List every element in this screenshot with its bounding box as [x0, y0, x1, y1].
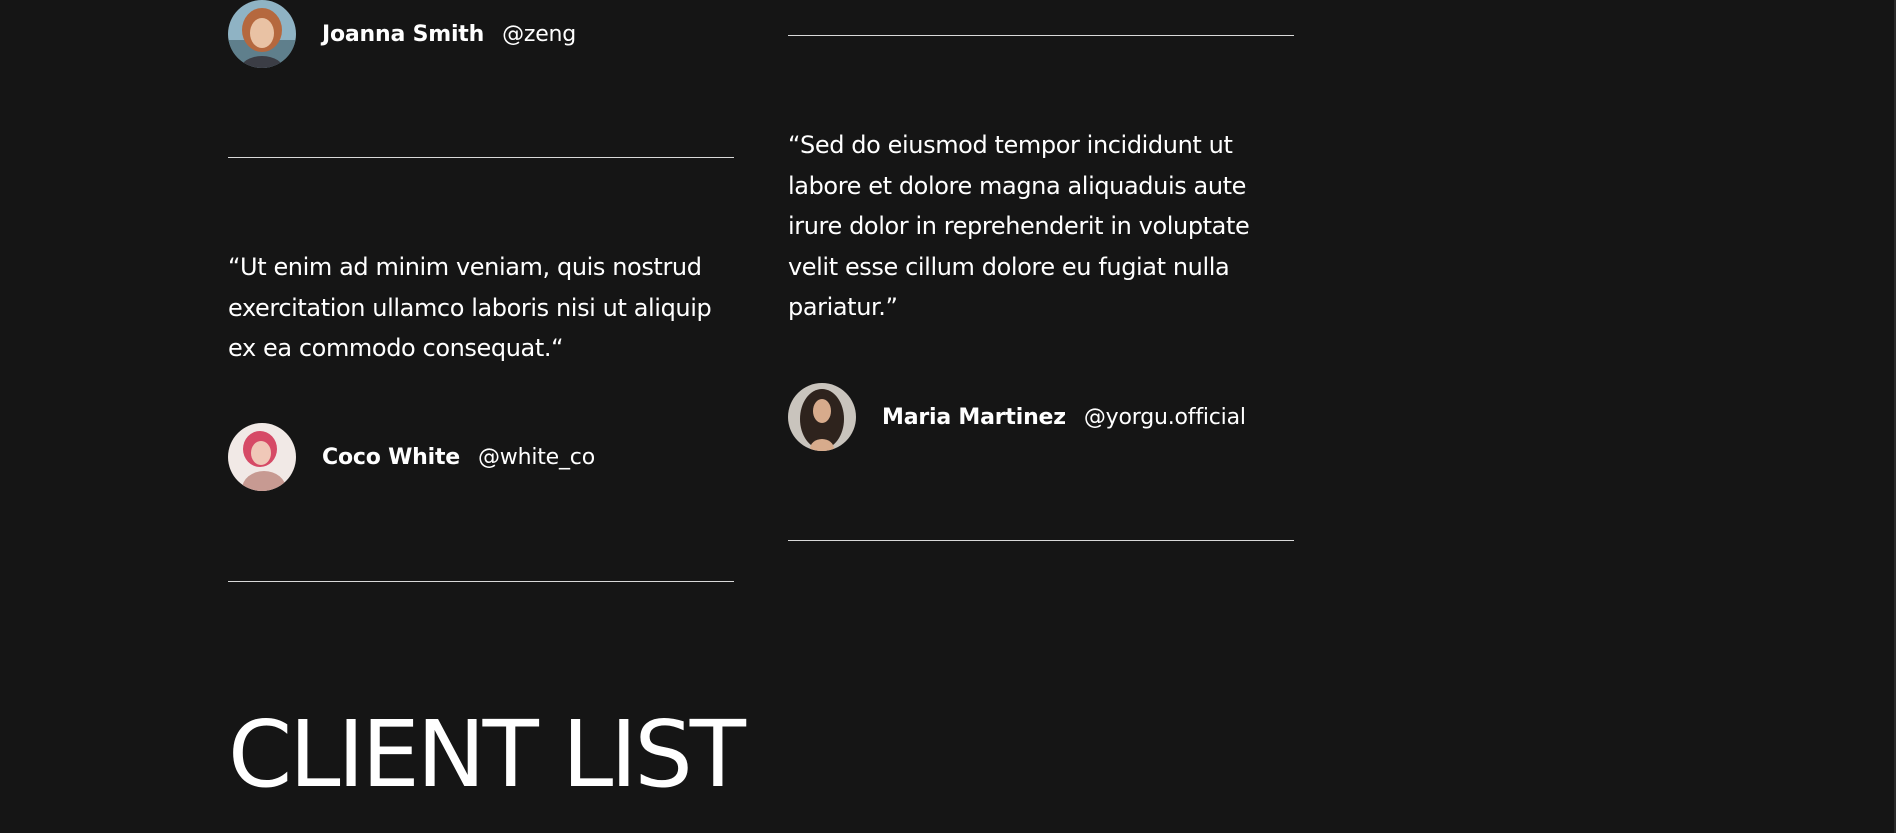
quote-line: irure dolor in reprehenderit in voluptat… — [788, 212, 1250, 240]
quote-line: exercitation ullamco laboris nisi ut ali… — [228, 293, 712, 322]
testimonial-divider — [228, 581, 734, 582]
quote-line: ex ea commodo consequat.“ — [228, 334, 564, 362]
author-name: Maria Martinez — [882, 404, 1066, 430]
testimonial-divider — [788, 35, 1294, 36]
author-handle[interactable]: @yorgu.official — [1084, 405, 1246, 430]
quote-line: “Sed do eiusmod tempor incididunt ut — [788, 131, 1233, 159]
testimonial-divider — [228, 157, 734, 158]
quote-line: “Ut enim ad minim veniam, quis nostrud — [228, 253, 702, 281]
testimonial-divider — [788, 540, 1294, 541]
quote-line: labore et dolore magna aliquaduis aute — [788, 171, 1247, 200]
author-name: Joanna Smith — [322, 21, 485, 47]
quote-line: velit esse cillum dolore eu fugiat nulla — [788, 252, 1230, 281]
joanna-avatar — [228, 0, 296, 68]
maria-avatar — [788, 383, 856, 451]
testimonial-author-coco: Coco White @white_co — [228, 423, 595, 491]
testimonial-quote: “Sed do eiusmod tempor incididunt ut lab… — [788, 125, 1250, 328]
client-list-heading: CLIENT LIST — [228, 701, 746, 808]
testimonial-author-joanna: Joanna Smith @zeng — [228, 0, 576, 68]
testimonial-author-maria: Maria Martinez @yorgu.official — [788, 383, 1246, 451]
author-handle[interactable]: @white_co — [478, 445, 595, 470]
author-handle[interactable]: @zeng — [502, 22, 576, 47]
testimonial-quote: “Ut enim ad minim veniam, quis nostrud e… — [228, 247, 712, 369]
quote-line: pariatur.” — [788, 293, 898, 321]
author-name: Coco White — [322, 444, 460, 470]
coco-avatar — [228, 423, 296, 491]
